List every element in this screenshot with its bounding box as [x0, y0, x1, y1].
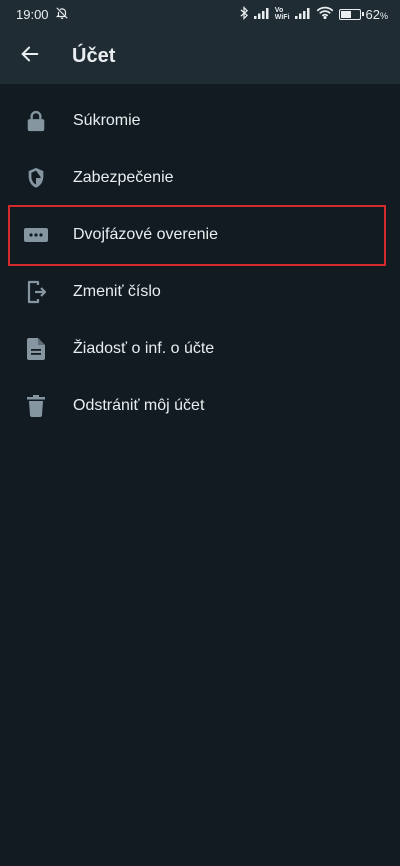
trash-icon — [24, 394, 48, 418]
dots-icon — [24, 223, 48, 247]
back-button[interactable] — [2, 28, 58, 84]
page-title: Účet — [72, 44, 116, 67]
lock-icon — [24, 109, 48, 133]
signal-icon — [253, 7, 270, 22]
arrow-left-icon — [19, 43, 41, 70]
signal-icon-2 — [294, 7, 311, 22]
battery-percent-suffix: % — [379, 10, 388, 21]
battery-fill — [340, 10, 352, 18]
shield-icon — [24, 166, 48, 190]
vowifi-top: Vo — [274, 7, 284, 14]
bluetooth-icon — [239, 5, 249, 23]
wifi-icon — [316, 6, 334, 22]
settings-menu: Súkromie Zabezpečenie Dvojfázové overeni… — [0, 92, 400, 434]
menu-item-privacy[interactable]: Súkromie — [0, 92, 400, 149]
menu-item-delete-account[interactable]: Odstrániť môj účet — [0, 377, 400, 434]
battery-percent: 62% — [366, 7, 388, 22]
status-left: 19:00 — [16, 6, 69, 23]
document-icon — [24, 337, 48, 361]
menu-item-security[interactable]: Zabezpečenie — [0, 149, 400, 206]
vowifi-label: Vo WiFi — [275, 7, 290, 21]
status-bar: 19:00 Vo WiFi 62% — [0, 0, 400, 28]
bell-off-icon — [55, 6, 69, 23]
menu-item-label: Zmeniť číslo — [73, 282, 161, 300]
change-number-icon — [24, 280, 48, 304]
menu-item-label: Žiadosť o inf. o účte — [73, 339, 215, 357]
menu-item-change-number[interactable]: Zmeniť číslo — [0, 263, 400, 320]
menu-item-label: Súkromie — [73, 111, 141, 129]
menu-item-label: Zabezpečenie — [73, 168, 174, 186]
battery-percent-value: 62 — [365, 6, 380, 22]
vowifi-bottom: WiFi — [274, 14, 290, 21]
app-bar: Účet — [0, 28, 400, 84]
menu-item-label: Odstrániť môj účet — [73, 396, 205, 414]
status-time: 19:00 — [16, 6, 49, 22]
menu-item-two-step-verification[interactable]: Dvojfázové overenie — [0, 206, 400, 263]
battery-icon — [338, 8, 364, 20]
status-right: Vo WiFi 62% — [239, 5, 388, 23]
menu-item-request-account-info[interactable]: Žiadosť o inf. o účte — [0, 320, 400, 377]
menu-item-label: Dvojfázové overenie — [73, 225, 218, 243]
